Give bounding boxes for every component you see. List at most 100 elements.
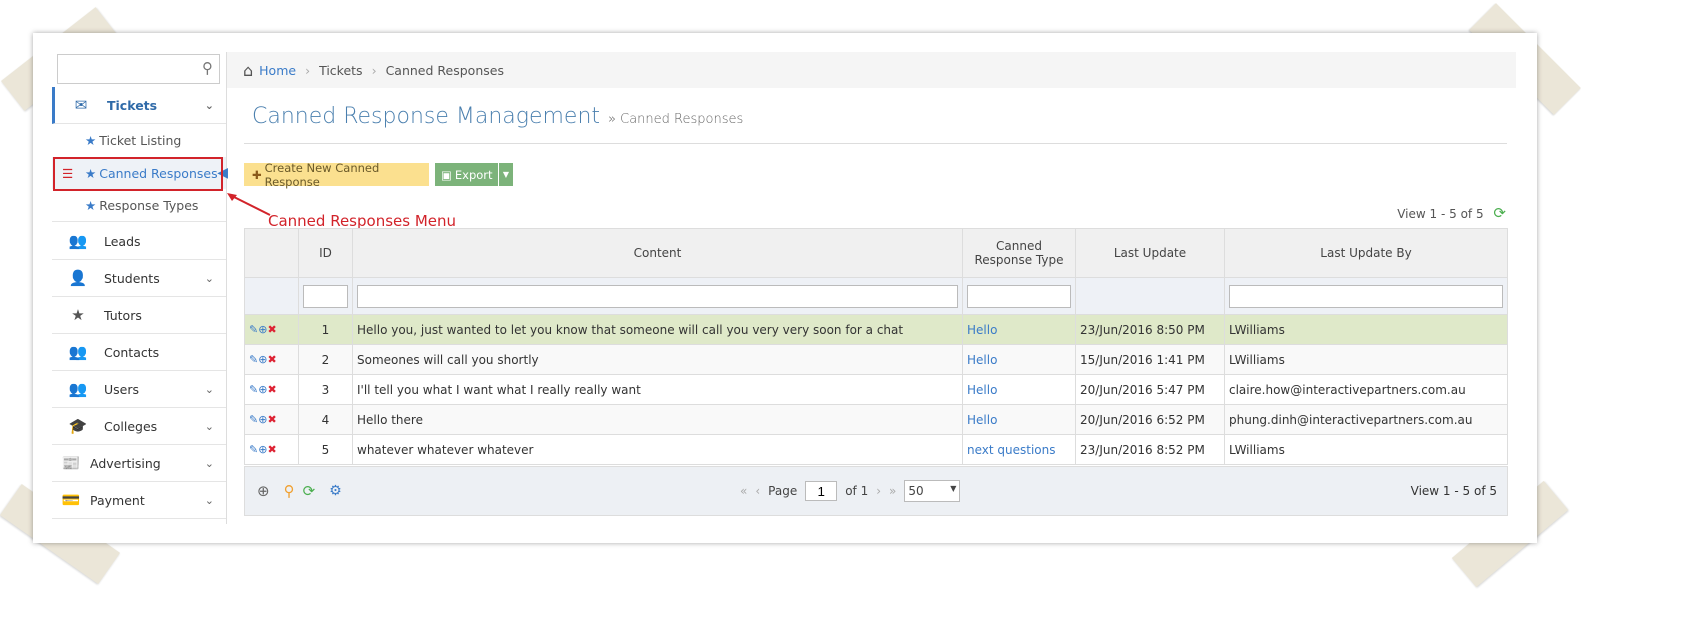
envelope-icon: ✉: [74, 96, 88, 114]
canned-responses-table: ID Content Canned Response Type Last Upd…: [244, 228, 1508, 465]
sidebar-item-response-types[interactable]: ★ Response Types: [52, 190, 226, 222]
sidebar-item-tutors[interactable]: ★ Tutors: [52, 297, 226, 334]
column-header-last-update-by[interactable]: Last Update By: [1224, 228, 1508, 278]
table-row[interactable]: ✎⊕✖ 1 Hello you, just wanted to let you …: [244, 314, 1508, 345]
sidebar-search-input[interactable]: ⚲: [57, 54, 220, 84]
newspaper-icon: 📰: [61, 454, 81, 472]
page-label: Page: [768, 484, 798, 498]
table-row[interactable]: ✎⊕✖ 3 I'll tell you what I want what I r…: [244, 374, 1508, 405]
sidebar-item-users[interactable]: 👥 Users ⌄: [52, 371, 226, 408]
cell-type[interactable]: next questions: [962, 434, 1076, 465]
cell-last-update-by: LWilliams: [1224, 314, 1508, 345]
next-page-icon[interactable]: ›: [876, 484, 881, 498]
page-subtitle: » Canned Responses: [608, 112, 744, 127]
column-header-actions: [244, 228, 299, 278]
home-icon: ⌂: [243, 60, 254, 80]
breadcrumb-tickets[interactable]: Tickets: [319, 63, 363, 78]
cell-id: 3: [298, 374, 353, 405]
sidebar-item-tickets[interactable]: ✉ Tickets ⌄: [52, 87, 226, 124]
row-actions: ✎⊕✖: [244, 434, 299, 465]
cell-id: 1: [298, 314, 353, 345]
sidebar-item-ticket-listing[interactable]: ★ Ticket Listing: [52, 124, 226, 156]
plus-icon: ✚: [252, 167, 262, 182]
filter-id-input[interactable]: [303, 284, 348, 308]
last-page-icon[interactable]: »: [889, 484, 896, 498]
cell-content: Hello there: [352, 404, 963, 435]
breadcrumb-home[interactable]: Home: [259, 63, 296, 78]
export-button[interactable]: ▣ Export: [435, 163, 498, 186]
chevron-down-icon: ⌄: [204, 382, 214, 396]
sidebar-item-label: Payment: [90, 492, 145, 508]
row-actions: ✎⊕✖: [244, 314, 299, 345]
search-icon[interactable]: ⚲: [202, 59, 213, 77]
cell-last-update: 15/Jun/2016 1:41 PM: [1075, 344, 1225, 375]
create-canned-response-button[interactable]: ✚ Create New Canned Response: [244, 161, 429, 189]
sidebar-item-label: Tickets: [107, 97, 158, 113]
column-header-id[interactable]: ID: [298, 228, 353, 278]
cell-last-update: 20/Jun/2016 5:47 PM: [1075, 374, 1225, 405]
row-actions: ✎⊕✖: [244, 374, 299, 405]
sidebar-item-label: Users: [104, 381, 140, 397]
delete-icon[interactable]: ✖: [267, 383, 276, 396]
column-header-type[interactable]: Canned Response Type: [962, 228, 1076, 278]
page-size-select[interactable]: 50 ▼: [904, 480, 961, 502]
first-page-icon[interactable]: «: [740, 484, 747, 498]
delete-icon[interactable]: ✖: [267, 443, 276, 456]
sidebar-item-colleges[interactable]: 🎓 Colleges ⌄: [52, 408, 226, 445]
refresh-icon[interactable]: ⟳: [1493, 204, 1506, 222]
search-grid-icon[interactable]: ⊕: [257, 482, 270, 500]
cell-content: Hello you, just wanted to let you know t…: [352, 314, 963, 345]
export-dropdown-button[interactable]: ▼: [499, 163, 513, 186]
cell-content: whatever whatever whatever: [352, 434, 963, 465]
sidebar-item-label: Response Types: [99, 198, 199, 213]
view-count-bottom: View 1 - 5 of 5: [1410, 484, 1497, 498]
table-row[interactable]: ✎⊕✖ 5 whatever whatever whatever next qu…: [244, 434, 1508, 465]
sidebar-item-students[interactable]: 👤 Students ⌄: [52, 260, 226, 297]
sidebar-item-label: Colleges: [104, 418, 158, 434]
card-icon: 💳: [61, 491, 81, 509]
page-input[interactable]: [805, 481, 838, 501]
find-icon[interactable]: ⚲: [284, 482, 295, 500]
cell-id: 5: [298, 434, 353, 465]
edit-icon[interactable]: ✎: [249, 383, 258, 396]
users-icon: 👥: [68, 380, 88, 398]
edit-icon[interactable]: ✎: [249, 323, 258, 336]
view-count-top: View 1 - 5 of 5 ⟳: [1397, 204, 1506, 222]
users-icon: 👥: [68, 343, 88, 361]
delete-icon[interactable]: ✖: [267, 323, 276, 336]
table-row[interactable]: ✎⊕✖ 4 Hello there Hello 20/Jun/2016 6:52…: [244, 404, 1508, 435]
delete-icon[interactable]: ✖: [267, 353, 276, 366]
cell-type[interactable]: Hello: [962, 344, 1076, 375]
delete-icon[interactable]: ✖: [267, 413, 276, 426]
column-header-last-update[interactable]: Last Update: [1075, 228, 1225, 278]
settings-icon[interactable]: ⚙: [329, 483, 342, 499]
cell-type[interactable]: Hello: [962, 314, 1076, 345]
cell-last-update: 23/Jun/2016 8:50 PM: [1075, 314, 1225, 345]
cell-content: I'll tell you what I want what I really …: [352, 374, 963, 405]
page-size-value: 50: [908, 484, 924, 498]
cell-type[interactable]: Hello: [962, 404, 1076, 435]
cell-type[interactable]: Hello: [962, 374, 1076, 405]
row-actions: ✎⊕✖: [244, 344, 299, 375]
sidebar: ⚲ ✉ Tickets ⌄ ★ Ticket Listing ☰ ★ Canned Res…: [52, 52, 228, 524]
sidebar-item-label: Contacts: [104, 344, 160, 360]
user-icon: 👤: [68, 269, 88, 287]
sidebar-item-leads[interactable]: 👥 Leads: [52, 223, 226, 260]
refresh-icon[interactable]: ⟳: [303, 482, 316, 500]
filter-last-update-by-input[interactable]: [1229, 284, 1503, 308]
grid-pager: ⊕ ⚲ ⟳ ⚙ « ‹ Page of 1 › » 50▼ View 1 - 5…: [244, 466, 1508, 516]
sidebar-item-contacts[interactable]: 👥 Contacts: [52, 334, 226, 371]
filter-content-input[interactable]: [357, 284, 958, 308]
chevron-down-icon: ⌄: [204, 493, 214, 507]
cell-last-update-by: LWilliams: [1224, 344, 1508, 375]
edit-icon[interactable]: ✎: [249, 353, 258, 366]
column-header-content[interactable]: Content: [352, 228, 963, 278]
cell-last-update: 20/Jun/2016 6:52 PM: [1075, 404, 1225, 435]
sidebar-item-advertising[interactable]: 📰 Advertising ⌄: [52, 445, 226, 482]
filter-type-input[interactable]: [967, 284, 1071, 308]
table-row[interactable]: ✎⊕✖ 2 Someones will call you shortly Hel…: [244, 344, 1508, 375]
edit-icon[interactable]: ✎: [249, 413, 258, 426]
sidebar-item-payment[interactable]: 💳 Payment ⌄: [52, 482, 226, 519]
edit-icon[interactable]: ✎: [249, 443, 258, 456]
prev-page-icon[interactable]: ‹: [755, 484, 760, 498]
